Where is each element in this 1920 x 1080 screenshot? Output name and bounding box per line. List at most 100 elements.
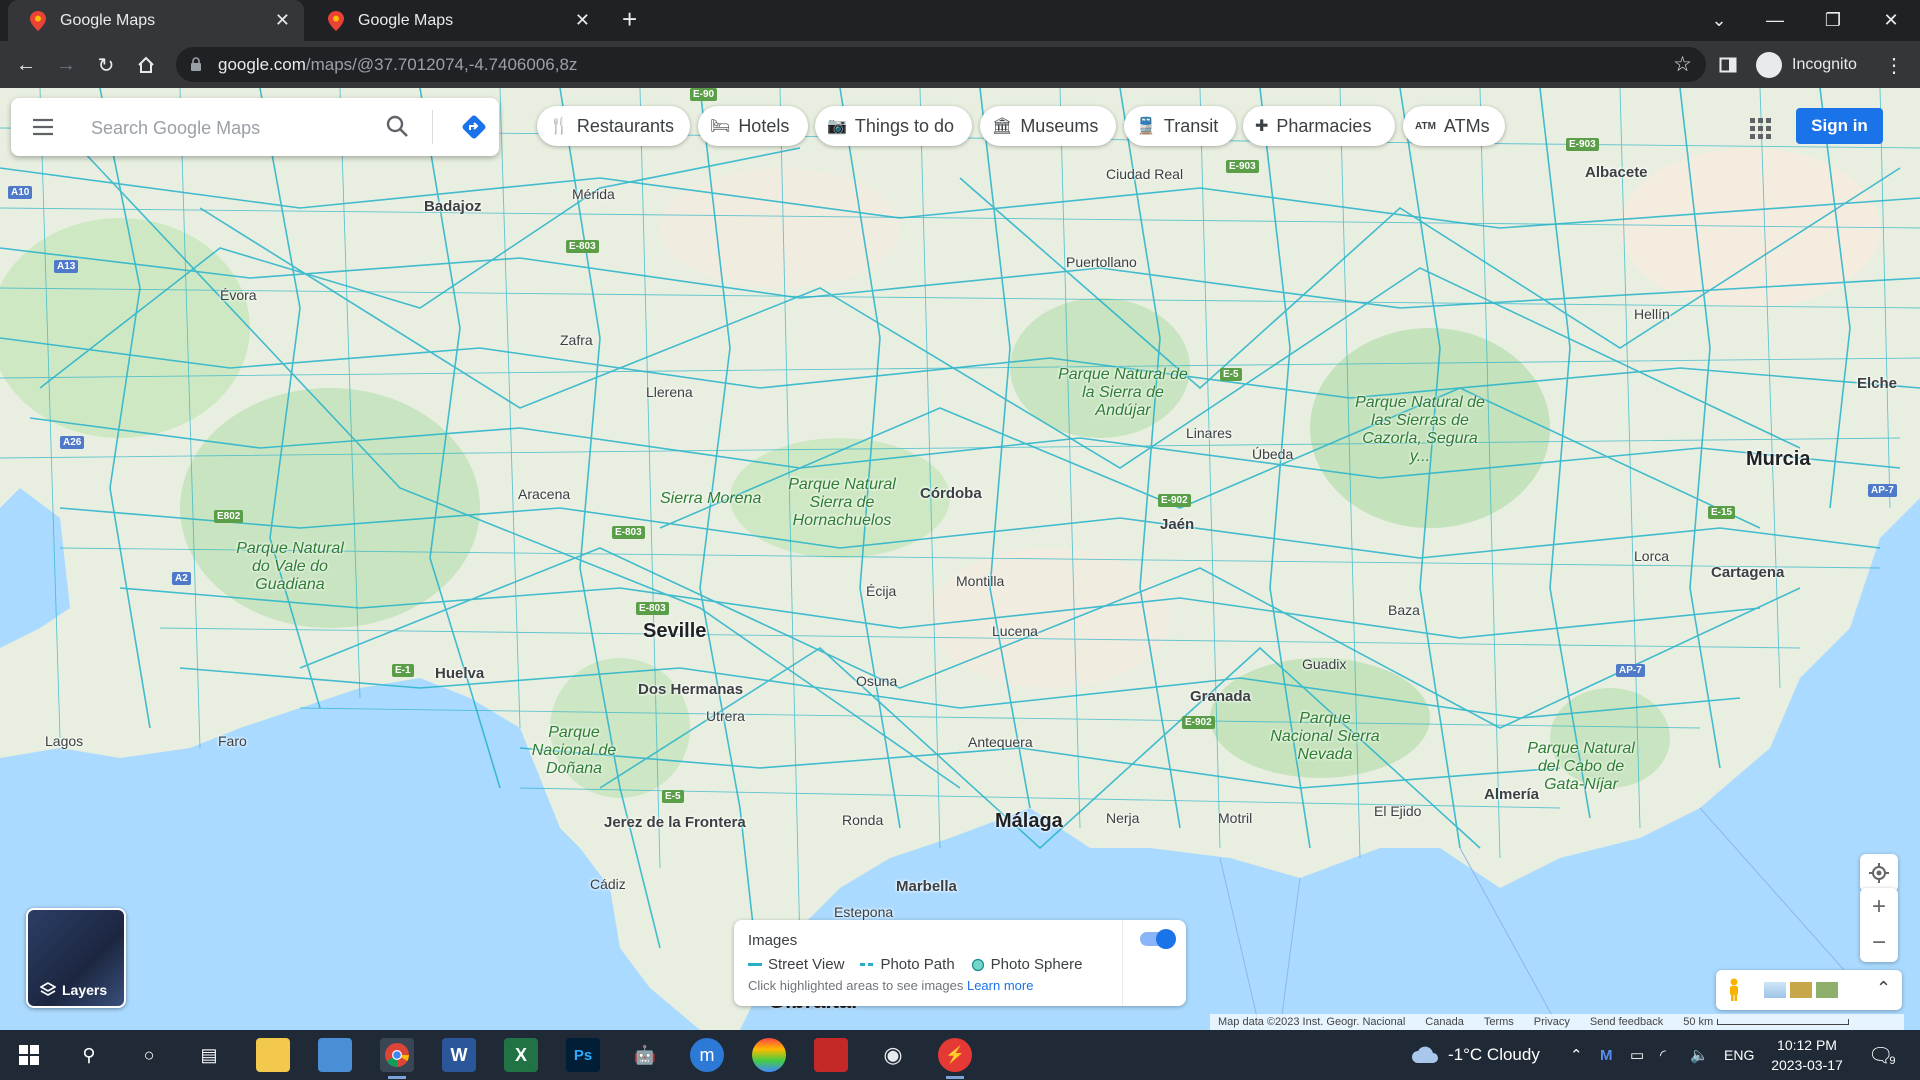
directions-icon[interactable] <box>461 114 487 140</box>
place-label[interactable]: Aracena <box>518 486 570 502</box>
place-label[interactable]: Cartagena <box>1711 564 1784 581</box>
place-label[interactable]: Llerena <box>646 384 693 400</box>
place-label[interactable]: Albacete <box>1585 164 1648 181</box>
layers-button[interactable]: Layers <box>26 908 126 1008</box>
place-label[interactable]: Nerja <box>1106 810 1139 826</box>
place-label[interactable]: Hellín <box>1634 306 1670 322</box>
park-label[interactable]: Parque Natural del Cabo de Gata-Níjar <box>1520 740 1642 794</box>
tray-app-icon[interactable]: M <box>1600 1030 1613 1080</box>
chip-hotels[interactable]: 🛏 Hotels <box>698 106 808 146</box>
tab-close-icon[interactable]: ✕ <box>275 10 290 31</box>
place-label[interactable]: Murcia <box>1746 448 1810 471</box>
park-label[interactable]: Parque Natural Sierra de Hornachuelos <box>776 476 908 530</box>
place-label[interactable]: Mérida <box>572 186 615 202</box>
chip-museums[interactable]: 🏛 Museums <box>980 106 1116 146</box>
file-explorer-icon[interactable] <box>256 1038 290 1072</box>
language-indicator[interactable]: ENG <box>1724 1030 1754 1080</box>
google-apps-grid-icon[interactable] <box>1748 116 1772 140</box>
search-icon[interactable]: ⚲ <box>72 1038 106 1072</box>
bookmark-star-icon[interactable]: ☆ <box>1673 52 1692 77</box>
taskbar-clock[interactable]: 10:12 PM 2023-03-17 <box>1762 1035 1852 1075</box>
reload-icon[interactable]: ↻ <box>90 49 122 81</box>
place-label[interactable]: Faro <box>218 733 247 749</box>
place-label[interactable]: Motril <box>1218 810 1252 826</box>
tab-google-maps-2[interactable]: Google Maps ✕ <box>306 0 604 41</box>
privacy-link[interactable]: Privacy <box>1534 1016 1570 1028</box>
android-icon[interactable]: 🤖 <box>628 1038 662 1072</box>
park-label[interactable]: Parque Nacional de Doñana <box>522 724 626 778</box>
park-label[interactable]: Parque Natural de las Sierras de Cazorla… <box>1350 394 1490 466</box>
place-label[interactable]: Écija <box>866 583 896 599</box>
side-panel-icon[interactable] <box>1712 49 1744 81</box>
place-label[interactable]: Dos Hermanas <box>638 681 743 698</box>
place-label[interactable]: Lorca <box>1634 548 1669 564</box>
address-bar[interactable]: google.com/maps/@37.7012074,-4.7406006,8… <box>176 47 1706 82</box>
place-label[interactable]: Ciudad Real <box>1106 166 1183 182</box>
tray-chevron-icon[interactable]: ⌃ <box>1570 1030 1583 1080</box>
place-label[interactable]: Jaén <box>1160 516 1194 533</box>
weather-widget[interactable]: -1°C Cloudy <box>1410 1030 1540 1080</box>
chip-transit[interactable]: 🚆 Transit <box>1124 106 1236 146</box>
place-label[interactable]: Estepona <box>834 904 893 920</box>
place-label[interactable]: Marbella <box>896 878 957 895</box>
place-label[interactable]: Puertollano <box>1066 254 1137 270</box>
minimize-icon[interactable]: — <box>1748 0 1802 41</box>
place-label[interactable]: Seville <box>643 620 706 643</box>
thumb-terrain-icon[interactable] <box>1816 982 1838 998</box>
control-panel-icon[interactable] <box>318 1038 352 1072</box>
chip-restaurants[interactable]: 🍴 Restaurants <box>537 106 690 146</box>
sign-in-button[interactable]: Sign in <box>1796 108 1883 144</box>
place-label[interactable]: Elche <box>1857 375 1897 392</box>
app-rainbow-icon[interactable] <box>752 1038 786 1072</box>
park-label[interactable]: Sierra Morena <box>660 490 761 508</box>
tab-search-chevron-icon[interactable]: ⌄ <box>1692 0 1746 41</box>
battery-icon[interactable]: ▭ <box>1630 1030 1644 1080</box>
place-label[interactable]: El Ejido <box>1374 803 1421 819</box>
park-label[interactable]: Parque Nacional Sierra Nevada <box>1266 710 1384 764</box>
place-label[interactable]: Úbeda <box>1252 446 1293 462</box>
place-label[interactable]: Linares <box>1186 425 1232 441</box>
volume-icon[interactable]: 🔈 <box>1690 1030 1709 1080</box>
word-icon[interactable]: W <box>442 1038 476 1072</box>
park-label[interactable]: Parque Natural de la Sierra de Andújar <box>1058 366 1188 420</box>
chip-pharmacies[interactable]: ✚ Pharmacies <box>1243 106 1395 146</box>
place-label[interactable]: Cádiz <box>590 876 626 892</box>
app-mu-icon[interactable]: m <box>690 1038 724 1072</box>
place-label[interactable]: Guadix <box>1302 656 1346 672</box>
learn-more-link[interactable]: Learn more <box>967 978 1033 993</box>
window-close-icon[interactable]: ✕ <box>1864 0 1918 41</box>
terms-link[interactable]: Terms <box>1484 1016 1514 1028</box>
search-input[interactable] <box>89 112 373 144</box>
place-label[interactable]: Granada <box>1190 688 1251 705</box>
images-layer-toggle[interactable] <box>1140 929 1176 949</box>
zoom-out-button[interactable]: − <box>1872 925 1886 961</box>
place-label[interactable]: Jerez de la Frontera <box>604 814 746 831</box>
excel-icon[interactable]: X <box>504 1038 538 1072</box>
chip-things-to-do[interactable]: 📷 Things to do <box>815 106 972 146</box>
task-view-icon[interactable]: ▤ <box>192 1038 226 1072</box>
place-label[interactable]: Baza <box>1388 602 1420 618</box>
media-disc-icon[interactable]: ◉ <box>876 1038 910 1072</box>
place-label[interactable]: Utrera <box>706 708 745 724</box>
app-red-icon[interactable] <box>814 1038 848 1072</box>
place-label[interactable]: Évora <box>220 287 257 303</box>
place-label[interactable]: Zafra <box>560 332 593 348</box>
park-label[interactable]: Parque Natural do Vale do Guadiana <box>232 540 348 594</box>
thumb-photo-icon[interactable] <box>1790 982 1812 998</box>
send-feedback-link[interactable]: Send feedback <box>1590 1016 1663 1028</box>
app-flash-icon[interactable]: ⚡ <box>938 1038 972 1079</box>
search-icon[interactable] <box>385 114 409 138</box>
place-label[interactable]: Osuna <box>856 673 897 689</box>
country-link[interactable]: Canada <box>1425 1016 1464 1028</box>
tab-google-maps-1[interactable]: Google Maps ✕ <box>8 0 304 41</box>
tab-close-icon[interactable]: ✕ <box>575 10 590 31</box>
expand-chevron-icon[interactable]: ⌃ <box>1876 978 1891 999</box>
place-label[interactable]: Badajoz <box>424 198 482 215</box>
place-label[interactable]: Ronda <box>842 812 883 828</box>
windows-start-icon[interactable] <box>12 1038 46 1072</box>
incognito-profile[interactable]: Incognito <box>1756 49 1857 80</box>
photoshop-icon[interactable]: Ps <box>566 1038 600 1072</box>
restore-icon[interactable]: ❐ <box>1806 0 1860 41</box>
place-label[interactable]: Málaga <box>995 810 1063 833</box>
back-arrow-icon[interactable]: ← <box>10 49 42 81</box>
